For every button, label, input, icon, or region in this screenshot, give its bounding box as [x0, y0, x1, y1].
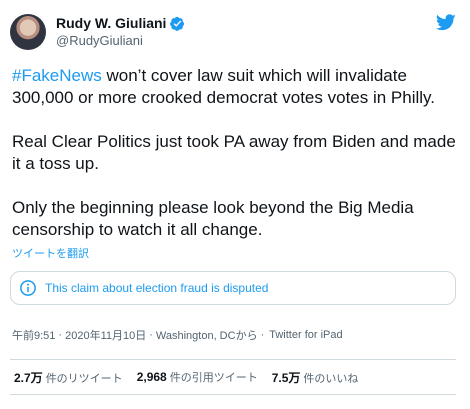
translate-tweet-link[interactable]: ツイートを翻訳	[10, 245, 456, 261]
tweet-text: #FakeNews won’t cover law suit which wil…	[10, 65, 456, 241]
quote-tweets-stat[interactable]: 2,968 件の引用ツイート	[137, 369, 258, 385]
verified-badge-icon	[170, 16, 185, 31]
likes-label: 件のいいね	[303, 372, 359, 385]
tweet-header: Rudy W. Giuliani @RudyGiuliani	[10, 0, 456, 53]
likes-count: 7.5万	[271, 370, 301, 385]
meta-separator: ·	[58, 329, 63, 341]
hashtag-link[interactable]: #FakeNews	[12, 66, 102, 85]
likes-stat[interactable]: 7.5万 件のいいね	[272, 369, 359, 386]
tweet-paragraph-2: Real Clear Politics just took PA away fr…	[12, 132, 456, 173]
retweets-stat[interactable]: 2.7万 件のリツイート	[14, 369, 123, 386]
quotes-label: 件の引用ツイート	[169, 372, 258, 384]
twitter-bird-icon[interactable]	[436, 14, 456, 31]
retweets-count: 2.7万	[14, 370, 43, 385]
tweet-source-app[interactable]: Twitter for iPad	[269, 329, 342, 341]
tweet-date[interactable]: 2020年11月10日	[65, 327, 146, 343]
retweets-label: 件のリツイート	[45, 372, 123, 385]
author-names: Rudy W. Giuliani @RudyGiuliani	[56, 15, 185, 49]
tweet-card: Rudy W. Giuliani @RudyGiuliani #FakeNews…	[0, 0, 470, 409]
quotes-count: 2,968	[136, 370, 167, 384]
divider	[10, 394, 456, 395]
meta-separator: ·	[260, 329, 265, 341]
notice-text: This claim about election fraud is dispu…	[45, 281, 269, 295]
tweet-meta: 午前9:51 · 2020年11月10日 · Washington, DCから …	[10, 327, 456, 343]
tweet-paragraph-3: Only the beginning please look beyond th…	[12, 198, 414, 239]
author-display-name[interactable]: Rudy W. Giuliani	[56, 15, 166, 32]
meta-separator: ·	[149, 329, 153, 341]
avatar[interactable]	[10, 14, 46, 50]
tweet-stats: 2.7万 件のリツイート 2,968 件の引用ツイート 7.5万 件のいいね	[10, 360, 456, 394]
author-handle[interactable]: @RudyGiuliani	[56, 32, 185, 49]
tweet-time[interactable]: 午前9:51	[12, 327, 55, 343]
disputed-claim-notice[interactable]: This claim about election fraud is dispu…	[10, 271, 456, 305]
tweet-paragraph-1: #FakeNews won’t cover law suit which wil…	[12, 65, 456, 109]
info-circle-icon	[20, 280, 36, 296]
tweet-location[interactable]: Washington, DCから	[156, 327, 258, 343]
